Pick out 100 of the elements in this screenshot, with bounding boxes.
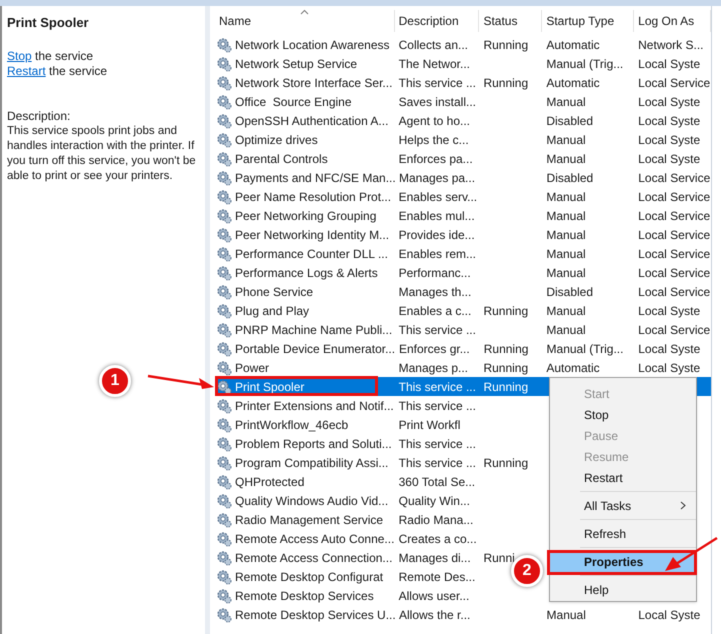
menu-item[interactable]: Stop [550, 404, 696, 425]
service-name[interactable]: Quality Windows Audio Vid... [235, 492, 388, 510]
service-action-link[interactable]: Stop [7, 49, 32, 64]
gear-icon [216, 454, 232, 470]
table-cell: Manages p... [398, 360, 468, 374]
table-cell: Manual [546, 608, 586, 622]
table-cell: Enables serv... [398, 190, 478, 204]
service-name[interactable]: Radio Management Service [235, 510, 384, 528]
table-cell: Helps the c... [398, 132, 469, 146]
service-name[interactable]: Remote Desktop Services U... [235, 606, 396, 624]
service-name[interactable]: Parental Controls [235, 150, 328, 168]
table-cell: Local Service [638, 190, 710, 204]
table-cell: Enforces pa... [398, 152, 473, 166]
gear-icon [216, 322, 232, 338]
table-cell: Enables mul... [398, 208, 475, 222]
arrow-icon [664, 536, 718, 572]
service-name[interactable]: Problem Reports and Soluti... [235, 434, 392, 452]
table-cell: Local Syste [638, 56, 700, 70]
table-cell: This service ... [398, 456, 476, 470]
table-cell: Manual (Trig... [546, 342, 624, 356]
service-name[interactable]: Phone Service [235, 282, 314, 300]
table-cell: Print Workfl [398, 418, 460, 432]
service-name[interactable]: OpenSSH Authentication A... [235, 112, 388, 130]
column-header[interactable]: Startup Type [542, 10, 634, 32]
service-name[interactable]: QHProtected [235, 472, 304, 490]
table-cell: Manual [546, 322, 586, 336]
table-cell: Collects an... [398, 38, 468, 52]
menu-item[interactable]: All Tasks [550, 495, 696, 516]
column-header[interactable]: Log On As [634, 10, 711, 32]
service-name[interactable]: Optimize drives [235, 130, 318, 148]
service-name[interactable]: Portable Device Enumerator... [235, 340, 396, 358]
table-cell: Provides ide... [398, 228, 475, 242]
gear-icon [216, 132, 232, 148]
table-cell: This service ... [398, 76, 476, 90]
gear-icon [216, 150, 232, 166]
column-header[interactable]: Name [216, 10, 395, 32]
table-cell: Local Syste [638, 342, 700, 356]
column-header[interactable]: Status [479, 10, 542, 32]
table-cell: Automatic [546, 360, 600, 374]
service-name[interactable]: Payments and NFC/SE Man... [235, 168, 396, 186]
table-cell: Disabled [546, 284, 594, 298]
service-name[interactable]: Performance Counter DLL ... [235, 244, 388, 262]
menu-item[interactable]: Restart [550, 467, 696, 488]
table-cell: Agent to ho... [398, 114, 470, 128]
table-cell: Manages pa... [399, 170, 476, 184]
service-name[interactable]: Remote Access Auto Conne... [235, 530, 394, 548]
gear-icon [216, 56, 232, 72]
service-name[interactable]: Network Store Interface Ser... [235, 74, 392, 92]
description-text: This service spools print jobs and handles interaction with the printer. If you turn off this service, you won't be able to print or see your printers. [7, 124, 197, 184]
table-cell: Local Syste [638, 304, 700, 318]
table-cell: Saves install... [398, 94, 476, 108]
service-action-link[interactable]: Restart [7, 64, 46, 79]
service-name[interactable]: Program Compatibility Assi... [235, 454, 388, 472]
gear-icon [216, 588, 232, 604]
gear-icon [216, 226, 232, 242]
column-header[interactable]: Description [394, 10, 480, 32]
menu-item[interactable]: Refresh [550, 523, 696, 544]
table-cell: Local Syste [638, 114, 700, 128]
table-cell: Remote Des... [398, 570, 476, 584]
service-name[interactable]: Performance Logs & Alerts [235, 264, 378, 282]
table-cell: Disabled [546, 170, 594, 184]
service-name[interactable]: Network Setup Service [235, 54, 358, 72]
table-cell: Manual [546, 132, 586, 146]
gear-icon [216, 188, 232, 204]
table-cell: Local Syste [638, 94, 700, 108]
action-text: the service [48, 64, 108, 79]
service-name[interactable]: Peer Networking Grouping [235, 206, 376, 224]
service-name[interactable]: Remote Desktop Configurat [235, 568, 384, 586]
service-name[interactable]: Office Source Engine [235, 92, 352, 110]
table-cell: Local Syste [638, 608, 700, 622]
service-name[interactable]: Plug and Play [235, 302, 310, 320]
service-name[interactable]: Print Spooler [235, 378, 304, 396]
gear-icon [216, 398, 232, 414]
gear-icon [216, 340, 232, 356]
action-text: the service [34, 49, 94, 64]
table-cell: Manual [546, 94, 586, 108]
gear-icon [216, 208, 232, 224]
description-label: Description: [7, 109, 72, 124]
service-name[interactable]: Network Location Awareness [235, 36, 390, 54]
menu-item[interactable]: Help [550, 579, 696, 600]
table-cell: Running [483, 456, 528, 470]
service-name[interactable]: PNRP Machine Name Publi... [235, 320, 392, 338]
service-name[interactable]: Remote Access Connection... [235, 548, 392, 566]
service-name[interactable]: Peer Networking Identity M... [235, 226, 390, 244]
table-cell: This service ... [398, 398, 476, 412]
service-name[interactable]: Printer Extensions and Notif... [235, 396, 394, 414]
table-cell: Local Service [638, 228, 710, 242]
gear-icon [216, 284, 232, 300]
gear-icon [216, 378, 232, 394]
service-name[interactable]: Power [235, 358, 270, 376]
table-cell: Manages th... [398, 284, 472, 298]
table-cell: Manual [546, 304, 586, 318]
table-cell: Network S... [638, 38, 704, 52]
gear-icon [216, 94, 232, 110]
service-name[interactable]: Remote Desktop Services [235, 586, 374, 604]
gear-icon [216, 302, 232, 318]
gear-icon [216, 112, 232, 128]
service-name[interactable]: Peer Name Resolution Prot... [235, 188, 392, 206]
service-name[interactable]: PrintWorkflow_46ecb [235, 416, 348, 434]
table-cell: Local Service [638, 284, 710, 298]
